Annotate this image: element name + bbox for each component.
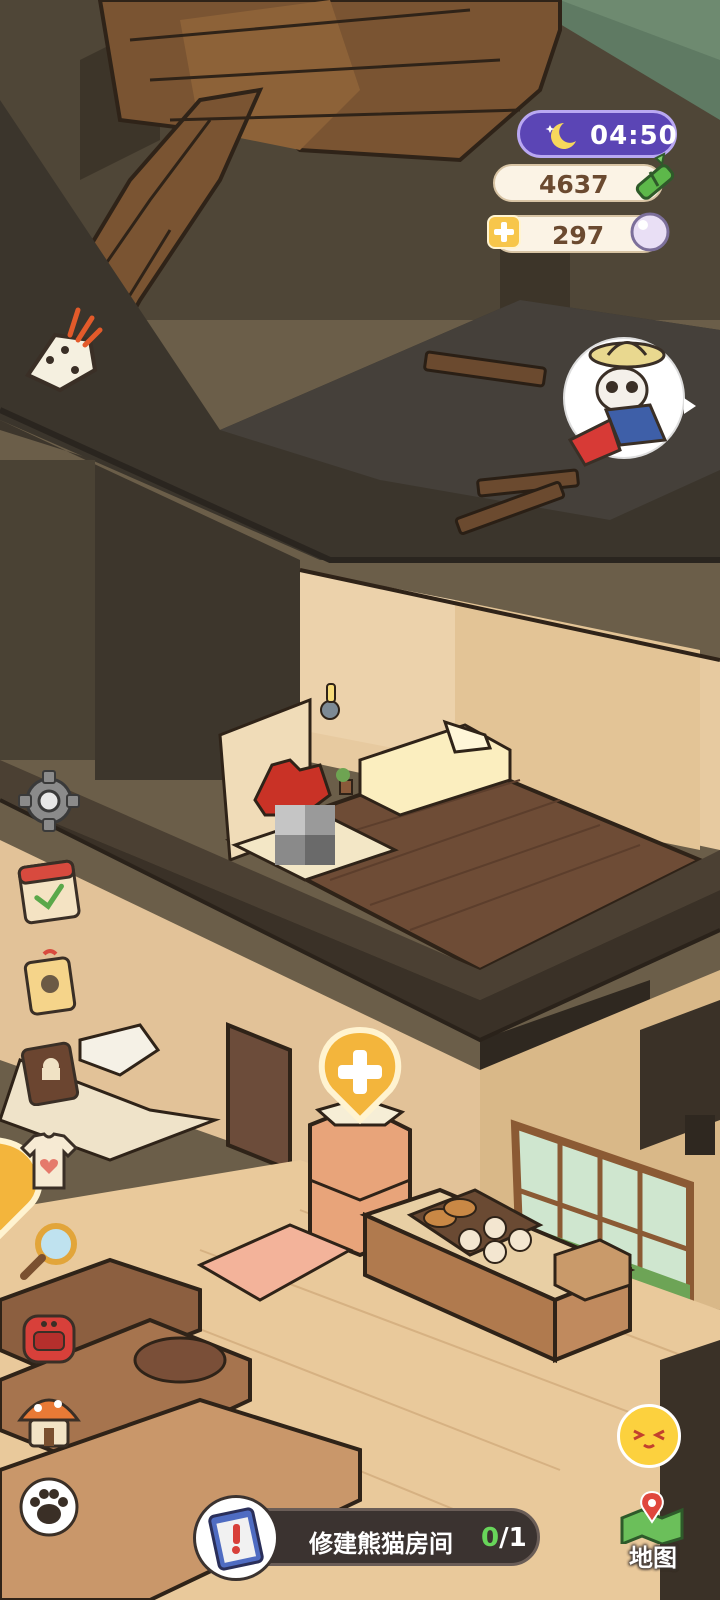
quest-progress-done: 0: [481, 1523, 500, 1553]
quest-clipboard-button[interactable]: [193, 1495, 279, 1581]
recipe-book-button[interactable]: [14, 1036, 84, 1107]
backpack-button[interactable]: [14, 1302, 84, 1372]
map-icon: [620, 1490, 684, 1547]
mushroom-shop-icon: [17, 1398, 81, 1448]
smiley-face-icon: [633, 1429, 665, 1449]
map-button[interactable]: 地图: [616, 1488, 690, 1574]
calendar-button[interactable]: [14, 856, 84, 926]
add-pearl-button[interactable]: [487, 215, 521, 249]
magnifier-icon: [20, 1223, 77, 1280]
game-clock: 04:50: [517, 110, 677, 158]
bamboo-icon: [628, 152, 680, 204]
search-button[interactable]: [14, 1216, 84, 1286]
recipe-book-icon: [20, 1041, 80, 1107]
quest-progress-total: /1: [499, 1523, 527, 1553]
settings-gear-icon: [18, 770, 80, 832]
bamboo-count: 4637: [539, 170, 609, 199]
outfit-button[interactable]: [14, 1126, 84, 1196]
plus-icon: [494, 222, 514, 242]
settings-button[interactable]: [14, 766, 84, 836]
map-label: 地图: [629, 1545, 677, 1572]
calendar-icon: [17, 859, 81, 925]
shop-button[interactable]: [14, 1384, 84, 1454]
pearl-icon: [628, 210, 672, 254]
pets-button[interactable]: [14, 1472, 84, 1542]
paw-icon: [19, 1477, 79, 1537]
quest-progress: 0/1: [481, 1523, 527, 1553]
moon-stars-icon: [542, 119, 582, 158]
quest-label: 修建熊猫房间: [309, 1531, 453, 1558]
shirt-icon: [19, 1132, 79, 1190]
clipboard-alert-icon: [208, 1507, 264, 1571]
backpack-icon: [22, 1314, 76, 1364]
pearl-count: 297: [552, 221, 605, 250]
ticket-tag-icon: [23, 949, 77, 1016]
clock-time: 04:50: [590, 121, 678, 151]
emote-button[interactable]: [617, 1404, 681, 1468]
ticket-button[interactable]: [14, 946, 84, 1016]
